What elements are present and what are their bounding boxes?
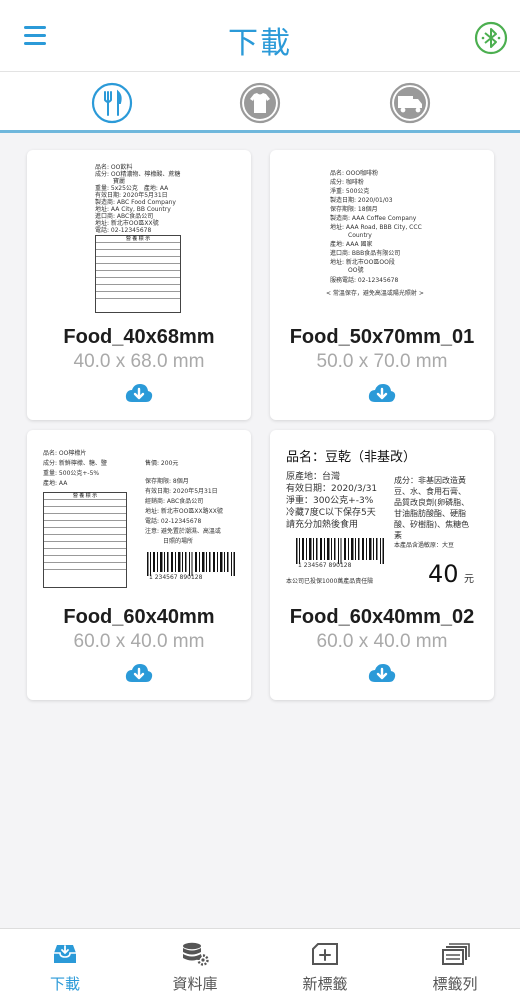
barcode-number: 1 234567 890128 (298, 562, 352, 569)
barcode-number: 1 234567 890128 (149, 574, 203, 581)
cloud-download-icon[interactable] (124, 382, 154, 404)
cloud-download-icon[interactable] (124, 662, 154, 684)
label-thumbnail: 品名: OO飲料 成分: OO精濃物、檸檬酸、蔗糖 寶麗 重量: 5x25公克 … (37, 158, 241, 318)
category-bar (0, 72, 520, 133)
clothing-icon[interactable] (239, 82, 281, 124)
template-name: Food_50x70mm_01 (289, 326, 475, 348)
nutrition-table: 營 養 標 示 (43, 492, 127, 588)
template-card-food-50x70-01[interactable]: 品名: OOO咖啡粉 成分: 咖啡粉 淨重: 500公克 製造日期: 2020/… (270, 150, 494, 420)
template-card-food-60x40[interactable]: 品名: OO檸檬片 成分: 新鮮檸檬、糖、鹽 重量: 500公克+-5% 產地:… (27, 430, 251, 700)
database-gear-icon (183, 942, 209, 966)
new-label-icon (312, 943, 338, 965)
template-name: Food_60x40mm_02 (289, 606, 475, 628)
nav-new-label[interactable]: 新標籤 (260, 929, 390, 1000)
nav-label: 下載 (49, 975, 80, 993)
label-thumbnail: 品名: OOO咖啡粉 成分: 咖啡粉 淨重: 500公克 製造日期: 2020/… (326, 170, 424, 297)
template-size: 60.0 x 40.0 mm (73, 631, 205, 652)
download-tray-icon (54, 945, 76, 963)
bluetooth-icon[interactable] (474, 21, 508, 55)
nav-label: 新標籤 (302, 975, 348, 993)
template-size: 50.0 x 70.0 mm (316, 351, 448, 372)
label-thumbnail: 品名：豆乾（非基改） 原產地：台灣 有效日期：2020/3/31 淨重：300公… (286, 450, 474, 588)
nav-download[interactable]: 下載 (0, 929, 130, 1000)
app-header: 下載 (0, 0, 520, 72)
template-card-food-60x40-02[interactable]: 品名：豆乾（非基改） 原產地：台灣 有效日期：2020/3/31 淨重：300公… (270, 430, 494, 700)
page-title: 下載 (228, 26, 292, 61)
template-size: 60.0 x 40.0 mm (316, 631, 448, 652)
cloud-download-icon[interactable] (367, 382, 397, 404)
bottom-nav: 下載 資料庫 新標籤 標籤列 (0, 928, 520, 1000)
label-thumbnail: 品名: OO檸檬片 成分: 新鮮檸檬、糖、鹽 重量: 500公克+-5% 產地:… (37, 438, 241, 598)
template-size: 40.0 x 68.0 mm (73, 351, 205, 372)
nav-label: 標籤列 (432, 975, 478, 993)
label-list-icon (442, 943, 470, 965)
food-icon[interactable] (91, 82, 133, 124)
template-card-food-40x68[interactable]: 品名: OO飲料 成分: OO精濃物、檸檬酸、蔗糖 寶麗 重量: 5x25公克 … (27, 150, 251, 420)
nav-label: 資料庫 (172, 975, 218, 993)
truck-icon[interactable] (389, 82, 431, 124)
template-name: Food_40x68mm (63, 326, 215, 348)
cloud-download-icon[interactable] (367, 662, 397, 684)
nav-label-list[interactable]: 標籤列 (390, 929, 520, 1000)
template-name: Food_60x40mm (63, 606, 215, 628)
nutrition-table: 營 養 標 示 (95, 235, 181, 313)
price-value: 40 (428, 560, 459, 588)
nav-database[interactable]: 資料庫 (130, 929, 260, 1000)
